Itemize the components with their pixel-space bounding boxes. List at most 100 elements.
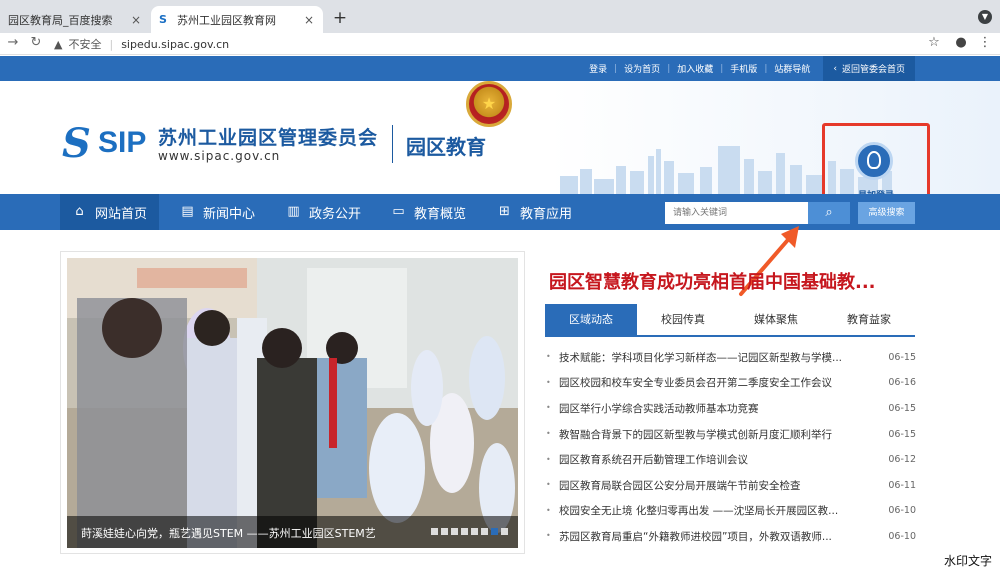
- browser-tab-strip: 园区教育局_百度搜索 × S 苏州工业园区教育网 × + ▼: [0, 0, 1000, 33]
- monitor-icon: ▭: [392, 204, 405, 219]
- news-title[interactable]: 技术赋能：学科项目化学习新样态——记园区新型教与学模...: [559, 350, 876, 365]
- nav-apps[interactable]: ⊞ 教育应用: [497, 194, 572, 230]
- nav-home-label: 网站首页: [95, 206, 148, 222]
- carousel-caption[interactable]: 莳溪娃娃心向党，瓶艺遇见STEM ——苏州工业园区STEM艺: [81, 525, 376, 541]
- tab-media-focus[interactable]: 媒体聚焦: [730, 304, 822, 335]
- bullet-icon: •: [546, 480, 551, 489]
- tab-label: 苏州工业园区教育网: [177, 13, 276, 27]
- carousel-dot[interactable]: [451, 528, 458, 535]
- list-item[interactable]: • 技术赋能：学科项目化学习新样态——记园区新型教与学模... 06-15: [546, 348, 916, 366]
- news-title[interactable]: 园区校园和校车安全专业委员会召开第二季度安全工作会议: [559, 375, 876, 390]
- nav-news-label: 新闻中心: [203, 206, 256, 222]
- browser-toolbar: → ↻ ▲ 不安全 | sipedu.sipac.gov.cn ☆ ● ⋮: [0, 33, 1000, 55]
- sip-s-mark-icon: S: [62, 120, 91, 167]
- browser-tab-sipedu[interactable]: S 苏州工业园区教育网 ×: [151, 6, 323, 33]
- nav-overview-label: 教育概览: [414, 206, 467, 222]
- list-item[interactable]: • 园区教育系统召开后勤管理工作培训会议 06-12: [546, 451, 916, 469]
- nav-news[interactable]: ▤ 新闻中心: [180, 194, 255, 230]
- carousel-dot[interactable]: [431, 528, 438, 535]
- tab-close-icon[interactable]: ×: [301, 13, 317, 27]
- list-item[interactable]: • 园区教育局联合园区公安分局开展端午节前安全检查 06-11: [546, 476, 916, 494]
- home-icon: ⌂: [75, 204, 84, 219]
- profile-avatar-icon[interactable]: ●: [952, 34, 970, 52]
- news-title[interactable]: 校园安全无止境 化整归零再出发 ——沈坚局长开展园区教...: [559, 503, 876, 518]
- tab-regional-news[interactable]: 区域动态: [545, 304, 637, 335]
- tab-close-icon[interactable]: ×: [128, 13, 144, 27]
- search-icon: ⌕: [825, 205, 833, 220]
- browser-menu-icon[interactable]: ⋮: [976, 34, 994, 52]
- news-title[interactable]: 教智融合背景下的园区新型教与学模式创新月度汇顺利举行: [559, 427, 876, 442]
- nav-home[interactable]: ⌂ 网站首页: [60, 194, 160, 230]
- back-to-committee-link[interactable]: ‹ 返回管委会首页: [823, 56, 915, 81]
- carousel-dot[interactable]: [481, 528, 488, 535]
- address-divider: |: [109, 37, 114, 51]
- security-label: 不安全: [68, 38, 102, 51]
- header-divider: [392, 125, 393, 163]
- news-date: 06-15: [888, 351, 916, 363]
- top-link-sitemap[interactable]: 站群导航: [767, 62, 817, 75]
- section-name: 园区教育: [406, 135, 486, 159]
- news-title[interactable]: 园区举行小学综合实践活动教师基本功竞赛: [559, 401, 876, 416]
- nav-apps-label: 教育应用: [520, 206, 573, 222]
- news-date: 06-10: [888, 530, 916, 542]
- new-tab-button[interactable]: +: [330, 8, 350, 28]
- list-item[interactable]: • 园区举行小学综合实践活动教师基本功竞赛 06-15: [546, 399, 916, 417]
- bullet-icon: •: [546, 454, 551, 464]
- bullet-icon: •: [546, 352, 551, 361]
- news-date: 06-10: [888, 505, 916, 516]
- advanced-search-button[interactable]: 高级搜索: [858, 202, 915, 224]
- main-nav: ⌂ 网站首页 ▤ 新闻中心 ▥ 政务公开 ▭ 教育概览 ⊞ 教育应用 ⌕ 高级搜…: [0, 194, 1000, 230]
- bullet-icon: •: [546, 429, 551, 438]
- apps-icon: ⊞: [499, 204, 510, 219]
- bookmark-star-icon[interactable]: ☆: [925, 34, 943, 52]
- chevron-left-icon: ‹: [833, 63, 837, 74]
- featured-headline[interactable]: 园区智慧教育成功亮相首届中国基础教...: [549, 268, 929, 294]
- bullet-icon: •: [546, 505, 551, 515]
- top-link-bar: 登录 | 设为首页 | 加入收藏 | 手机版 | 站群导航 ‹ 返回管委会首页: [0, 56, 1000, 81]
- tab-campus-news[interactable]: 校园传真: [637, 304, 729, 335]
- news-date: 06-11: [888, 479, 916, 491]
- sip-logo-text: SIP: [98, 126, 147, 159]
- bullet-icon: •: [546, 531, 551, 540]
- carousel-photo[interactable]: 莳溪娃娃心向党，瓶艺遇见STEM ——苏州工业园区STEM艺: [67, 258, 518, 548]
- carousel-dot-active[interactable]: [491, 528, 498, 535]
- news-title[interactable]: 园区教育局联合园区公安分局开展端午节前安全检查: [559, 478, 876, 493]
- warning-triangle-icon: ▲: [54, 37, 63, 51]
- reload-icon[interactable]: ↻: [27, 34, 45, 52]
- tab-search-icon[interactable]: ▼: [978, 10, 992, 24]
- newspaper-icon: ▤: [181, 204, 194, 219]
- news-tab-bar: 区域动态 校园传真 媒体聚焦 教育益家: [545, 304, 915, 337]
- list-item[interactable]: • 苏园区教育局重启“外籍教师进校园”项目，外教双语教师... 06-10: [546, 527, 916, 545]
- bullet-icon: •: [546, 377, 551, 387]
- nav-overview[interactable]: ▭ 教育概览: [391, 194, 466, 230]
- site-header: ★ S SIP 苏州工业园区管理委员会 www.sipac.gov.cn 园区教…: [0, 81, 1000, 217]
- carousel-dot[interactable]: [461, 528, 468, 535]
- search-button[interactable]: ⌕: [808, 202, 850, 224]
- tab-edu-family[interactable]: 教育益家: [823, 304, 915, 335]
- carousel-dot[interactable]: [501, 528, 508, 535]
- list-item[interactable]: • 园区校园和校车安全专业委员会召开第二季度安全工作会议 06-16: [546, 374, 916, 392]
- sip-logo[interactable]: S SIP: [62, 121, 152, 171]
- list-item[interactable]: • 校园安全无止境 化整归零再出发 ——沈坚局长开展园区教... 06-10: [546, 502, 916, 520]
- top-link-favorite[interactable]: 加入收藏: [670, 62, 720, 75]
- top-link-mobile[interactable]: 手机版: [723, 62, 764, 75]
- news-title[interactable]: 苏园区教育局重启“外籍教师进校园”项目，外教双语教师...: [559, 529, 876, 544]
- list-item[interactable]: • 教智融合背景下的园区新型教与学模式创新月度汇顺利举行 06-15: [546, 425, 916, 443]
- top-link-login[interactable]: 登录: [582, 62, 614, 75]
- carousel-dot[interactable]: [441, 528, 448, 535]
- nav-gov-affairs[interactable]: ▥ 政务公开: [286, 194, 361, 230]
- top-link-homepage[interactable]: 设为首页: [617, 62, 667, 75]
- carousel-dot[interactable]: [471, 528, 478, 535]
- forward-arrow-icon[interactable]: →: [4, 34, 22, 52]
- bullet-icon: •: [546, 403, 551, 412]
- address-bar[interactable]: ▲ 不安全 | sipedu.sipac.gov.cn: [54, 35, 229, 53]
- news-date: 06-15: [888, 428, 916, 440]
- user-avatar-icon: [855, 142, 893, 180]
- national-emblem-icon: ★: [466, 81, 512, 127]
- news-date: 06-12: [888, 454, 916, 465]
- event-photo-illustration: [67, 258, 518, 548]
- news-title[interactable]: 园区教育系统召开后勤管理工作培训会议: [559, 452, 876, 467]
- browser-tab-baidu[interactable]: 园区教育局_百度搜索 ×: [0, 6, 150, 33]
- org-name: 苏州工业园区管理委员会: [158, 127, 379, 149]
- photo-carousel[interactable]: 莳溪娃娃心向党，瓶艺遇见STEM ——苏州工业园区STEM艺: [60, 251, 525, 554]
